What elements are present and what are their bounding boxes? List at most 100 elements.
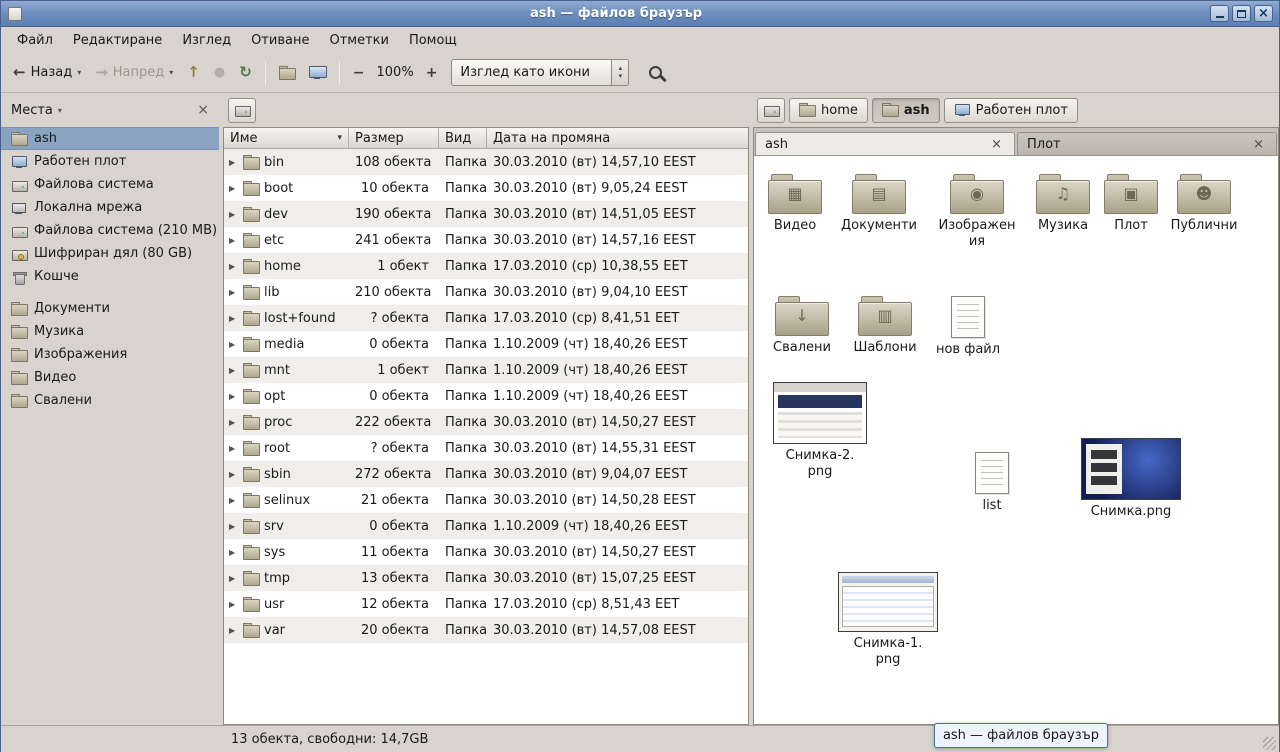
close-button[interactable]: ×	[1254, 5, 1273, 22]
menu-item[interactable]: Редактиране	[63, 27, 172, 53]
table-row[interactable]: ▶etc241 обектаПапка30.03.2010 (вт) 14,57…	[224, 227, 748, 253]
resize-grip[interactable]	[1263, 737, 1276, 750]
icon-view-item[interactable]: ◉Изображен ия	[931, 174, 1023, 251]
menu-item[interactable]: Помощ	[399, 27, 467, 53]
expander-icon[interactable]: ▶	[229, 288, 238, 297]
close-tab-icon[interactable]: ×	[1250, 138, 1267, 151]
table-row[interactable]: ▶root? обектаПапка30.03.2010 (вт) 14,55,…	[224, 435, 748, 461]
table-row[interactable]: ▶usr12 обектаПапка17.03.2010 (ср) 8,51,4…	[224, 591, 748, 617]
menu-item[interactable]: Изглед	[172, 27, 241, 53]
maximize-button[interactable]	[1232, 5, 1251, 22]
reload-button[interactable]: ↻	[233, 61, 258, 84]
minimize-button[interactable]	[1210, 5, 1229, 22]
column-header[interactable]: Размер	[349, 128, 439, 148]
expander-icon[interactable]: ▶	[229, 392, 238, 401]
sidebar-item[interactable]: Шифриран дял (80 GB)	[1, 242, 219, 265]
sidebar-item[interactable]: Видео	[1, 366, 219, 389]
table-row[interactable]: ▶mnt1 обектПапка1.10.2009 (чт) 18,40,26 …	[224, 357, 748, 383]
expander-icon[interactable]: ▶	[229, 210, 238, 219]
chevron-down-icon[interactable]: ▾	[58, 106, 62, 115]
expander-icon[interactable]: ▶	[229, 418, 238, 427]
computer-button[interactable]	[303, 62, 332, 84]
table-row[interactable]: ▶tmp13 обектаПапка30.03.2010 (вт) 15,07,…	[224, 565, 748, 591]
table-row[interactable]: ▶var20 обектаПапка30.03.2010 (вт) 14,57,…	[224, 617, 748, 643]
close-tab-icon[interactable]: ×	[988, 138, 1005, 151]
expander-icon[interactable]: ▶	[229, 548, 238, 557]
breadcrumb-button[interactable]	[228, 98, 256, 123]
table-row[interactable]: ▶opt0 обектаПапка1.10.2009 (чт) 18,40,26…	[224, 383, 748, 409]
menu-item[interactable]: Файл	[7, 27, 63, 53]
sidebar-item[interactable]: Кошче	[1, 265, 219, 288]
expander-icon[interactable]: ▶	[229, 522, 238, 531]
icon-view-item[interactable]: нов файл	[922, 296, 1014, 358]
breadcrumb-button[interactable]: ash	[872, 98, 940, 123]
sidebar-item[interactable]: Музика	[1, 320, 219, 343]
expander-icon[interactable]: ▶	[229, 236, 238, 245]
forward-button[interactable]: → Напред ▾	[89, 61, 179, 84]
sidebar-item[interactable]: Файлова система (210 MB)	[1, 219, 219, 242]
icon-view-item[interactable]: ▦Видео	[749, 174, 841, 234]
zoom-in-button[interactable]: +	[420, 62, 444, 84]
table-row[interactable]: ▶lost+found? обектаПапка17.03.2010 (ср) …	[224, 305, 748, 331]
sidebar-item[interactable]: Работен плот	[1, 150, 219, 173]
expander-icon[interactable]: ▶	[229, 366, 238, 375]
column-header[interactable]: Име▾	[224, 128, 349, 148]
icon-view-item[interactable]: Снимка.png	[1075, 438, 1187, 520]
icon-view-item[interactable]: ☻Публични	[1158, 174, 1250, 234]
up-button[interactable]: ↑	[181, 61, 206, 84]
expander-icon[interactable]: ▶	[229, 574, 238, 583]
expander-icon[interactable]: ▶	[229, 470, 238, 479]
icon-view-item[interactable]: Снимка-2. png	[764, 382, 876, 481]
breadcrumb-button[interactable]: Работен плот	[944, 98, 1078, 123]
icon-view-item[interactable]: ↓Свалени	[756, 296, 848, 356]
table-row[interactable]: ▶boot10 обектаПапка30.03.2010 (вт) 9,05,…	[224, 175, 748, 201]
table-row[interactable]: ▶selinux21 обектаПапка30.03.2010 (вт) 14…	[224, 487, 748, 513]
menu-item[interactable]: Отиване	[241, 27, 319, 53]
expander-icon[interactable]: ▶	[229, 184, 238, 193]
expander-icon[interactable]: ▶	[229, 626, 238, 635]
breadcrumb-button[interactable]	[757, 98, 785, 123]
tab[interactable]: Плот×	[1017, 132, 1277, 155]
chevron-down-icon[interactable]: ▾	[169, 68, 173, 77]
home-button[interactable]	[273, 61, 301, 85]
expander-icon[interactable]: ▶	[229, 340, 238, 349]
column-header[interactable]: Вид	[439, 128, 487, 148]
icon-view-item[interactable]: ▥Шаблони	[839, 296, 931, 356]
sidebar-item[interactable]: Свалени	[1, 389, 219, 412]
chevron-down-icon[interactable]: ▾	[77, 68, 81, 77]
expander-icon[interactable]: ▶	[229, 158, 238, 167]
expander-icon[interactable]: ▶	[229, 262, 238, 271]
table-row[interactable]: ▶sbin272 обектаПапка30.03.2010 (вт) 9,04…	[224, 461, 748, 487]
table-row[interactable]: ▶bin108 обектаПапка30.03.2010 (вт) 14,57…	[224, 149, 748, 175]
tab[interactable]: ash×	[755, 132, 1015, 155]
sidebar-item[interactable]: Файлова система	[1, 173, 219, 196]
sidebar-item[interactable]: Локална мрежа	[1, 196, 219, 219]
expander-icon[interactable]: ▶	[229, 444, 238, 453]
icon-view-item[interactable]: ▤Документи	[833, 174, 925, 234]
zoom-out-button[interactable]: −	[347, 62, 371, 84]
table-row[interactable]: ▶lib210 обектаПапка30.03.2010 (вт) 9,04,…	[224, 279, 748, 305]
table-row[interactable]: ▶home1 обектПапка17.03.2010 (ср) 10,38,5…	[224, 253, 748, 279]
spinner-arrows-icon[interactable]: ▴▾	[611, 60, 628, 85]
table-row[interactable]: ▶srv0 обектаПапка1.10.2009 (чт) 18,40,26…	[224, 513, 748, 539]
expander-icon[interactable]: ▶	[229, 314, 238, 323]
icon-view-item[interactable]: list	[946, 452, 1038, 514]
close-sidebar-icon[interactable]: ×	[197, 103, 209, 117]
view-selector[interactable]: Изглед като икони ▴▾	[451, 59, 629, 86]
stop-button[interactable]: ●	[208, 62, 231, 83]
search-button[interactable]	[643, 62, 668, 83]
menu-item[interactable]: Отметки	[319, 27, 398, 53]
table-row[interactable]: ▶proc222 обектаПапка30.03.2010 (вт) 14,5…	[224, 409, 748, 435]
breadcrumb-button[interactable]: home	[789, 98, 868, 123]
expander-icon[interactable]: ▶	[229, 600, 238, 609]
table-row[interactable]: ▶dev190 обектаПапка30.03.2010 (вт) 14,51…	[224, 201, 748, 227]
table-row[interactable]: ▶sys11 обектаПапка30.03.2010 (вт) 14,50,…	[224, 539, 748, 565]
column-header[interactable]: Дата на промяна	[487, 128, 748, 148]
sidebar-item[interactable]: ash	[1, 127, 219, 150]
icon-view-item[interactable]: Снимка-1. png	[832, 572, 944, 669]
sidebar-item[interactable]: Изображения	[1, 343, 219, 366]
expander-icon[interactable]: ▶	[229, 496, 238, 505]
titlebar[interactable]: ash — файлов браузър ×	[1, 1, 1279, 27]
back-button[interactable]: ← Назад ▾	[7, 61, 87, 84]
sidebar-item[interactable]: Документи	[1, 297, 219, 320]
